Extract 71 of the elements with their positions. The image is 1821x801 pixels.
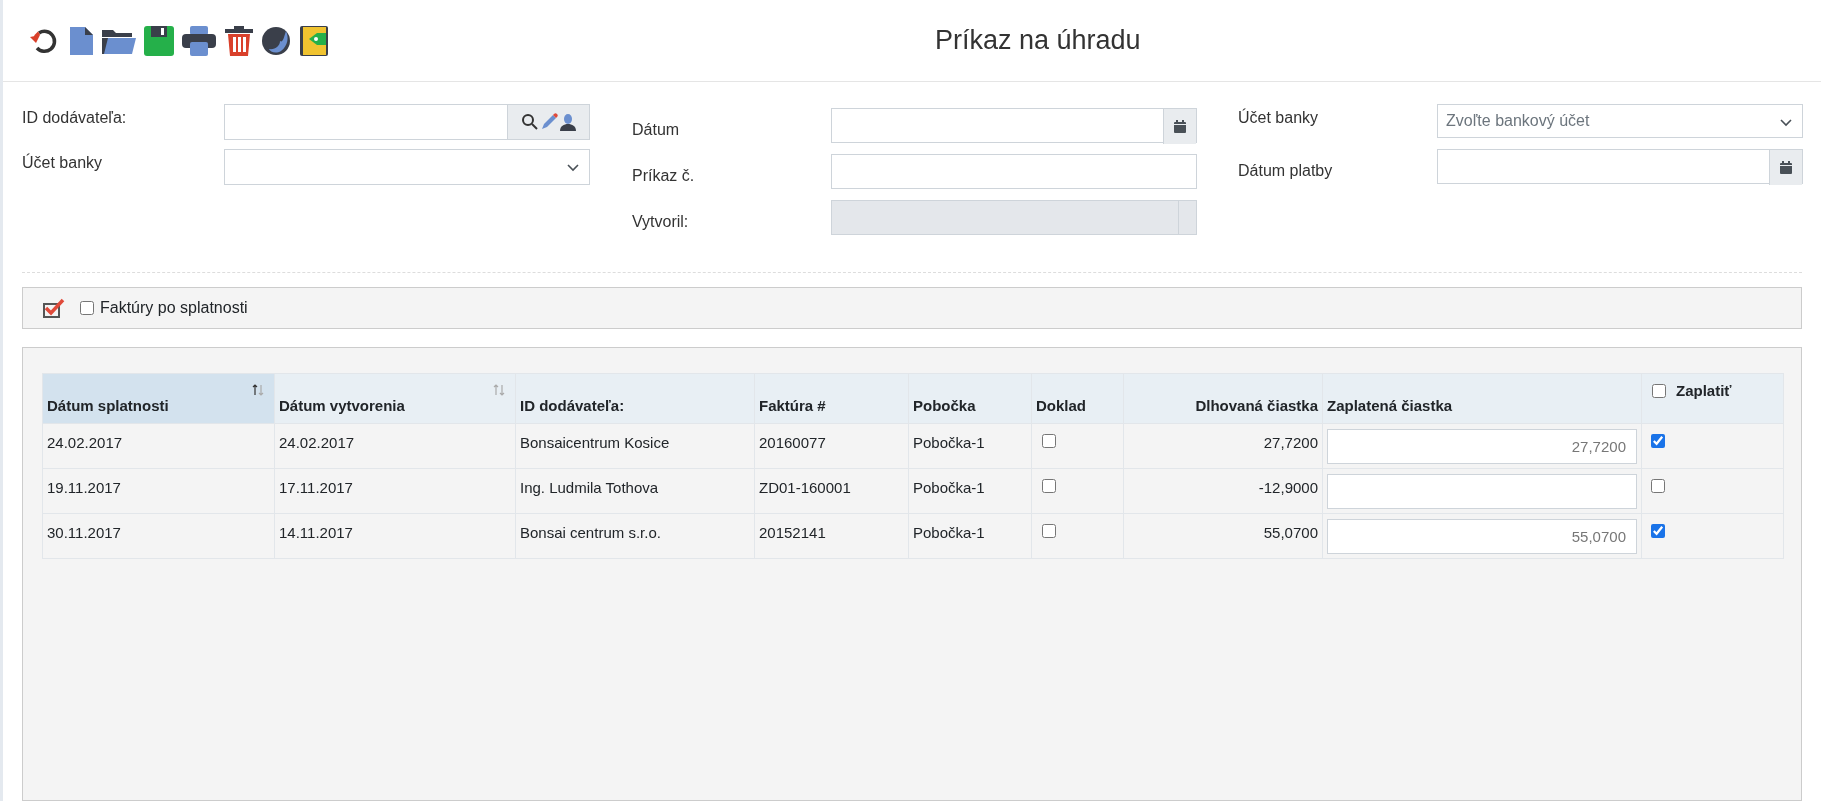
table-cell: 17.11.2017 <box>274 468 516 514</box>
column-header: Pobočka <box>908 373 1032 424</box>
printer-icon[interactable] <box>181 24 217 57</box>
table-cell: Pobočka-1 <box>908 513 1032 559</box>
save-icon[interactable] <box>143 24 175 57</box>
calendar-button[interactable] <box>1163 109 1196 144</box>
payment-date-field[interactable] <box>1437 149 1803 184</box>
sort-icon <box>252 384 264 396</box>
field-label: Účet banky <box>1238 109 1319 126</box>
field-label: Účet banky <box>22 154 103 171</box>
input-field[interactable] <box>831 108 1197 143</box>
paid-amount-field[interactable] <box>1327 473 1637 509</box>
sort-icon <box>493 384 505 396</box>
book-icon[interactable] <box>299 24 329 57</box>
document-checkbox[interactable] <box>1042 524 1056 538</box>
chevron-down-icon <box>1780 119 1792 127</box>
header-label: Zaplatiť <box>1676 381 1732 401</box>
pay-checkbox[interactable] <box>1651 524 1665 538</box>
calendar-icon <box>1173 119 1187 134</box>
document-checkbox[interactable] <box>1042 479 1056 493</box>
chevron-down-icon <box>567 164 579 172</box>
user-icon <box>558 113 577 131</box>
lookup-button[interactable] <box>507 105 589 139</box>
document-icon[interactable] <box>67 24 95 57</box>
supplier-id-field[interactable] <box>224 104 590 140</box>
pencil-icon <box>539 113 558 131</box>
column-header: Dlhovaná čiastka <box>1123 373 1323 424</box>
column-header: Faktúra # <box>754 373 909 424</box>
paid-amount-field[interactable]: 27,7200 <box>1327 428 1637 464</box>
calendar-button[interactable] <box>1769 150 1802 185</box>
select-all-checkbox[interactable] <box>1652 384 1666 399</box>
field-label: ID dodávateľa: <box>22 109 127 126</box>
table-cell: 55,0700 <box>1123 513 1323 559</box>
field-label: Dátum <box>632 120 680 138</box>
table-cell: Pobočka-1 <box>908 423 1032 469</box>
table-cell: 30.11.2017 <box>42 513 275 559</box>
column-header[interactable]: Dátum vytvorenia <box>274 373 516 424</box>
calendar-icon <box>1779 160 1793 175</box>
paid-amount-field[interactable]: 55,0700 <box>1327 518 1637 554</box>
table-cell: 20160077 <box>754 423 909 469</box>
table-cell: Pobočka-1 <box>908 468 1032 514</box>
bank-account-select[interactable]: Zvoľte bankový účet <box>1437 104 1803 138</box>
document-checkbox[interactable] <box>1042 434 1056 448</box>
page-title: Príkaz na úhradu <box>935 24 1141 58</box>
table-cell: 19.11.2017 <box>42 468 275 514</box>
field-label: Príkaz č. <box>632 166 695 184</box>
table-cell: 14.11.2017 <box>274 513 516 559</box>
checkbox-label: Faktúry po splatnosti <box>100 298 248 318</box>
table-cell: 20152141 <box>754 513 909 559</box>
input-field[interactable] <box>831 154 1197 189</box>
trash-icon[interactable] <box>223 24 255 57</box>
pay-checkbox[interactable] <box>1651 434 1665 448</box>
checklist-icon[interactable] <box>43 298 65 318</box>
table-cell: 27,7200 <box>1123 423 1323 469</box>
pay-checkbox[interactable] <box>1651 479 1665 493</box>
globe-flame-icon[interactable] <box>261 24 293 57</box>
table-cell: 24.02.2017 <box>42 423 275 469</box>
search-icon <box>520 113 539 131</box>
overdue-checkbox[interactable] <box>80 301 94 315</box>
column-header[interactable]: Dátum splatnosti <box>42 373 275 424</box>
column-header: ID dodávateľa: <box>515 373 755 424</box>
table-cell: Bonsaicentrum Kosice <box>515 423 755 469</box>
table-cell: ZD01-160001 <box>754 468 909 514</box>
column-header: Zaplatená čiastka <box>1322 373 1642 424</box>
column-header: Doklad <box>1031 373 1124 424</box>
table-cell: 24.02.2017 <box>274 423 516 469</box>
field-label: Vytvoril: <box>632 212 689 230</box>
table-cell: Ing. Ludmila Tothova <box>515 468 755 514</box>
table-cell: -12,9000 <box>1123 468 1323 514</box>
table-cell: Bonsai centrum s.r.o. <box>515 513 755 559</box>
field-label: Dátum platby <box>1238 161 1333 179</box>
